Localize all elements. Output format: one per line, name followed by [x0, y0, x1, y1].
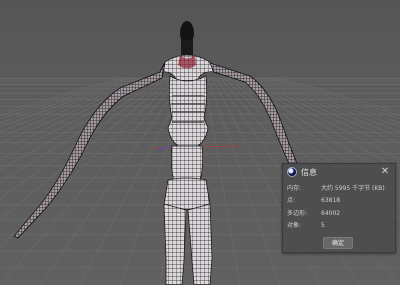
points-label: 点:: [287, 197, 296, 204]
objects-value: 5: [321, 222, 325, 229]
info-row-polygons: 多边形: 64002: [287, 209, 395, 219]
memory-label: 内存:: [287, 185, 302, 192]
points-value: 63818: [321, 197, 341, 204]
info-row-objects: 对象: 5: [287, 221, 395, 231]
dialog-title: 信息: [301, 168, 317, 177]
dialog-titlebar[interactable]: 信息 ✕: [283, 164, 395, 181]
polygons-label: 多边形:: [287, 210, 308, 217]
close-icon[interactable]: ✕: [379, 165, 391, 178]
polygons-value: 64002: [321, 210, 341, 217]
info-row-points: 点: 63818: [287, 196, 395, 206]
info-row-memory: 内存: 大约 5995 千字节 (KB): [287, 184, 395, 194]
memory-value: 大约 5995 千字节 (KB): [321, 185, 385, 192]
cinema4d-logo-icon: [287, 167, 297, 177]
objects-label: 对象:: [287, 222, 302, 229]
ok-button[interactable]: 确定: [323, 237, 353, 249]
info-dialog[interactable]: 信息 ✕ 内存: 大约 5995 千字节 (KB) 点: 63818 多边形: …: [282, 163, 396, 253]
